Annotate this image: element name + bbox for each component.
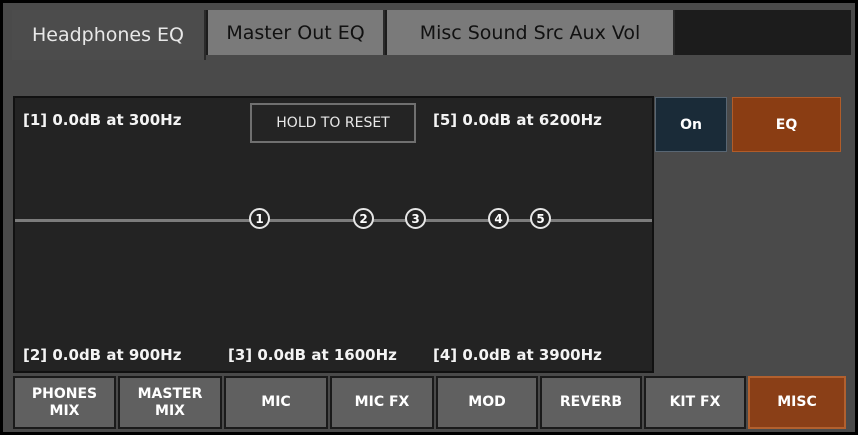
nav-phones-mix-button[interactable]: PHONES MIX [13,376,116,429]
eq-node-4[interactable]: 4 [488,208,509,229]
nav-label: MIC FX [354,394,410,410]
nav-label: PHONES MIX [31,385,98,419]
eq-node-3[interactable]: 3 [405,208,426,229]
nav-misc-button[interactable]: MISC [748,376,846,429]
nav-mod-button[interactable]: MOD [436,376,538,429]
band-5-readout: [5] 0.0dB at 6200Hz [433,111,602,129]
nav-label: MIC [261,394,291,410]
eq-node-2[interactable]: 2 [353,208,374,229]
band-2-readout: [2] 0.0dB at 900Hz [23,346,182,364]
nav-label: KIT FX [669,394,721,410]
nav-master-mix-button[interactable]: MASTER MIX [118,376,222,429]
nav-kit-fx-button[interactable]: KIT FX [644,376,746,429]
hold-to-reset-button[interactable]: HOLD TO RESET [250,103,416,143]
tab-master-out-eq[interactable]: Master Out EQ [208,10,385,55]
tab-misc-sound-src-aux-vol[interactable]: Misc Sound Src Aux Vol [387,10,675,55]
nav-label: MISC [777,394,817,410]
eq-curve [15,219,652,222]
nav-label: MOD [468,394,506,410]
nav-reverb-button[interactable]: REVERB [540,376,642,429]
eq-graph[interactable]: [1] 0.0dB at 300Hz HOLD TO RESET [5] 0.0… [13,96,654,373]
nav-mic-fx-button[interactable]: MIC FX [330,376,434,429]
eq-node-1[interactable]: 1 [249,208,270,229]
nav-label: MASTER MIX [137,385,203,419]
eq-node-5[interactable]: 5 [530,208,551,229]
band-3-readout: [3] 0.0dB at 1600Hz [228,346,397,364]
on-toggle-button[interactable]: On [655,97,727,152]
band-1-readout: [1] 0.0dB at 300Hz [23,111,182,129]
band-4-readout: [4] 0.0dB at 3900Hz [433,346,602,364]
nav-label: REVERB [559,394,623,410]
nav-mic-button[interactable]: MIC [224,376,328,429]
tab-headphones-eq[interactable]: Headphones EQ [12,10,206,60]
tab-bar: Headphones EQ Master Out EQ Misc Sound S… [12,10,851,60]
eq-button[interactable]: EQ [732,97,841,152]
